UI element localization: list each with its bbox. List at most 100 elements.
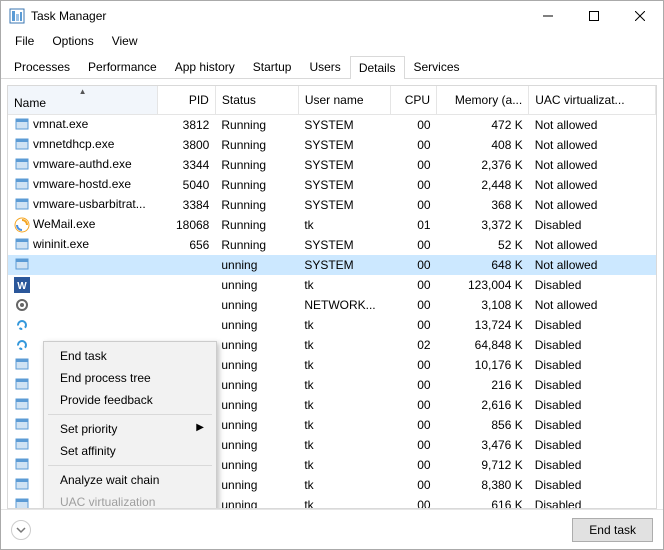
- col-header-uac[interactable]: UAC virtualizat...: [529, 86, 656, 115]
- process-mem: 616 K: [437, 495, 529, 509]
- process-user: SYSTEM: [298, 135, 390, 155]
- process-icon: [14, 417, 30, 433]
- table-row[interactable]: vmnetdhcp.exe3800RunningSYSTEM00408 KNot…: [8, 135, 656, 155]
- col-header-status[interactable]: Status: [215, 86, 298, 115]
- process-cpu: 00: [390, 495, 436, 509]
- context-menu: End task End process tree Provide feedba…: [43, 341, 217, 509]
- svg-text:W: W: [17, 281, 27, 292]
- table-row[interactable]: Wunningtk00123,004 KDisabled: [8, 275, 656, 295]
- ctx-feedback[interactable]: Provide feedback: [46, 389, 214, 411]
- table-row[interactable]: unningSYSTEM00648 KNot allowed: [8, 255, 656, 275]
- tab-startup[interactable]: Startup: [244, 55, 301, 78]
- ctx-set-priority[interactable]: Set priority▶: [46, 418, 214, 440]
- table-row[interactable]: unningNETWORK...003,108 KNot allowed: [8, 295, 656, 315]
- ctx-label: Set priority: [60, 422, 117, 436]
- tabstrip: Processes Performance App history Startu…: [1, 51, 663, 79]
- process-status: Running: [215, 235, 298, 255]
- process-pid: [158, 295, 216, 315]
- process-uac: Disabled: [529, 335, 656, 355]
- process-mem: 368 K: [437, 195, 529, 215]
- process-table-wrap: ▲Name PID Status User name CPU Memory (a…: [7, 85, 657, 509]
- process-mem: 648 K: [437, 255, 529, 275]
- menu-view[interactable]: View: [104, 32, 146, 50]
- process-mem: 2,376 K: [437, 155, 529, 175]
- process-pid: 18068: [158, 215, 216, 235]
- process-mem: 10,176 K: [437, 355, 529, 375]
- tab-performance[interactable]: Performance: [79, 55, 166, 78]
- ctx-separator: [48, 465, 212, 466]
- process-status: Running: [215, 155, 298, 175]
- end-task-button[interactable]: End task: [572, 518, 653, 542]
- table-row[interactable]: vmware-authd.exe3344RunningSYSTEM002,376…: [8, 155, 656, 175]
- table-row[interactable]: vmware-hostd.exe5040RunningSYSTEM002,448…: [8, 175, 656, 195]
- col-header-name[interactable]: ▲Name: [8, 86, 158, 115]
- table-row[interactable]: vmware-usbarbitrat...3384RunningSYSTEM00…: [8, 195, 656, 215]
- process-mem: 856 K: [437, 415, 529, 435]
- process-mem: 123,004 K: [437, 275, 529, 295]
- tab-app-history[interactable]: App history: [166, 55, 244, 78]
- process-status: unning: [215, 255, 298, 275]
- process-uac: Disabled: [529, 455, 656, 475]
- menubar: File Options View: [1, 31, 663, 51]
- table-row[interactable]: WeMail.exe18068Runningtk013,372 KDisable…: [8, 215, 656, 235]
- ctx-end-tree[interactable]: End process tree: [46, 367, 214, 389]
- menu-file[interactable]: File: [7, 32, 42, 50]
- process-uac: Not allowed: [529, 235, 656, 255]
- table-row[interactable]: wininit.exe656RunningSYSTEM0052 KNot all…: [8, 235, 656, 255]
- process-user: tk: [298, 455, 390, 475]
- tab-services[interactable]: Services: [405, 55, 469, 78]
- process-user: SYSTEM: [298, 155, 390, 175]
- process-mem: 9,712 K: [437, 455, 529, 475]
- col-header-cpu[interactable]: CPU: [390, 86, 436, 115]
- table-row[interactable]: vmnat.exe3812RunningSYSTEM00472 KNot all…: [8, 115, 656, 136]
- process-uac: Disabled: [529, 475, 656, 495]
- process-mem: 3,476 K: [437, 435, 529, 455]
- close-button[interactable]: [617, 1, 663, 31]
- process-status: unning: [215, 495, 298, 509]
- process-icon: [14, 257, 30, 273]
- process-user: SYSTEM: [298, 195, 390, 215]
- process-pid: 3812: [158, 115, 216, 136]
- process-uac: Disabled: [529, 495, 656, 509]
- process-icon: [14, 197, 30, 213]
- process-cpu: 00: [390, 155, 436, 175]
- maximize-button[interactable]: [571, 1, 617, 31]
- tab-users[interactable]: Users: [300, 55, 349, 78]
- expand-button[interactable]: [11, 520, 31, 540]
- process-icon: [14, 497, 30, 509]
- tab-processes[interactable]: Processes: [5, 55, 79, 78]
- process-cpu: 00: [390, 295, 436, 315]
- process-user: tk: [298, 275, 390, 295]
- process-status: unning: [215, 455, 298, 475]
- col-header-pid[interactable]: PID: [158, 86, 216, 115]
- ctx-wait-chain[interactable]: Analyze wait chain: [46, 469, 214, 491]
- process-cpu: 01: [390, 215, 436, 235]
- process-cpu: 00: [390, 235, 436, 255]
- process-user: tk: [298, 215, 390, 235]
- process-uac: Disabled: [529, 215, 656, 235]
- process-status: Running: [215, 115, 298, 136]
- col-label: Name: [14, 96, 46, 110]
- process-status: unning: [215, 275, 298, 295]
- col-header-user[interactable]: User name: [298, 86, 390, 115]
- process-uac: Not allowed: [529, 195, 656, 215]
- process-pid: 5040: [158, 175, 216, 195]
- process-cpu: 00: [390, 395, 436, 415]
- ctx-set-affinity[interactable]: Set affinity: [46, 440, 214, 462]
- content-area: ▲Name PID Status User name CPU Memory (a…: [1, 79, 663, 509]
- ctx-end-task[interactable]: End task: [46, 345, 214, 367]
- process-icon: [14, 157, 30, 173]
- process-uac: Disabled: [529, 355, 656, 375]
- process-cpu: 02: [390, 335, 436, 355]
- menu-options[interactable]: Options: [44, 32, 101, 50]
- process-uac: Not allowed: [529, 255, 656, 275]
- table-row[interactable]: unningtk0013,724 KDisabled: [8, 315, 656, 335]
- tab-details[interactable]: Details: [350, 56, 405, 79]
- process-pid: [158, 255, 216, 275]
- col-header-memory[interactable]: Memory (a...: [437, 86, 529, 115]
- process-icon: [14, 177, 30, 193]
- task-manager-window: Task Manager File Options View Processes…: [0, 0, 664, 550]
- process-uac: Not allowed: [529, 155, 656, 175]
- minimize-button[interactable]: [525, 1, 571, 31]
- process-icon: [14, 217, 30, 233]
